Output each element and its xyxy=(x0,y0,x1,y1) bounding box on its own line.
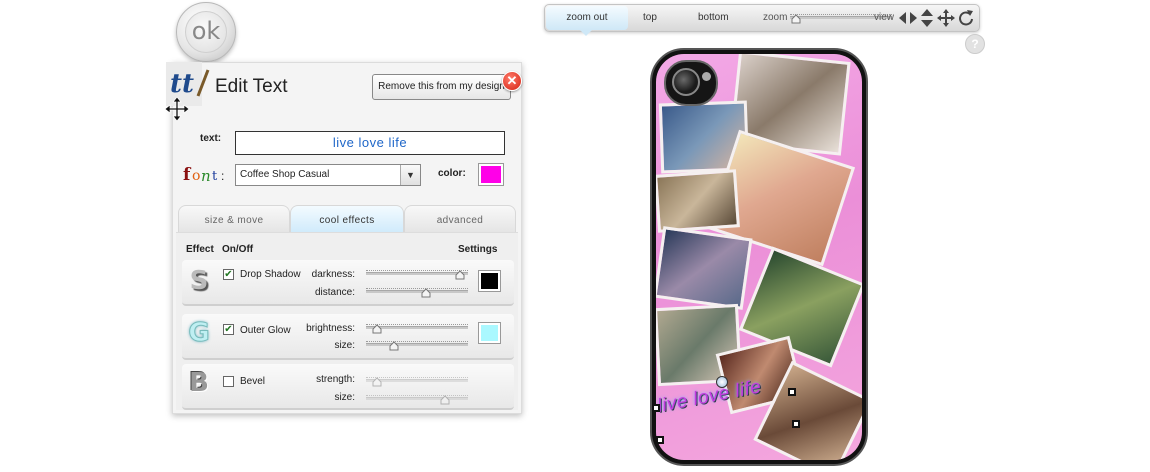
slider-thumb[interactable] xyxy=(372,324,382,334)
svg-text:f: f xyxy=(183,165,192,185)
bevel-size-slider[interactable] xyxy=(366,392,468,405)
tab-advanced[interactable]: advanced xyxy=(404,205,516,233)
bevel-checkbox[interactable] xyxy=(223,376,234,387)
view-label: view xyxy=(874,12,895,23)
arrow-left-icon xyxy=(899,12,906,24)
font-label: : xyxy=(221,169,224,183)
color-label: color: xyxy=(438,168,466,179)
text-input[interactable]: live love life xyxy=(235,131,505,155)
zoom-slider[interactable] xyxy=(790,11,892,25)
glow-size-label: size: xyxy=(334,340,355,351)
resize-handle-bottom-right[interactable] xyxy=(792,420,800,428)
text-label: text: xyxy=(200,133,222,144)
drop-shadow-checkbox[interactable]: ✔ xyxy=(223,269,234,280)
slider-thumb[interactable] xyxy=(421,288,431,298)
rotate-icon[interactable] xyxy=(957,8,975,28)
tab-size-move[interactable]: size & move xyxy=(178,205,290,233)
drop-shadow-letter: S xyxy=(189,266,209,296)
zoom-out-button[interactable]: zoom out xyxy=(546,6,628,30)
slider-thumb[interactable] xyxy=(455,270,465,280)
slider-thumb[interactable] xyxy=(791,14,801,24)
resize-handle-top-left[interactable] xyxy=(652,404,660,412)
text-color-swatch[interactable] xyxy=(478,163,504,186)
darkness-label: darkness: xyxy=(311,269,355,280)
arrow-right-icon xyxy=(910,12,917,24)
svg-text:n: n xyxy=(201,167,211,185)
glow-color-swatch[interactable] xyxy=(478,322,501,344)
arrow-up-down-icon[interactable] xyxy=(920,8,934,28)
svg-text:t: t xyxy=(212,169,218,184)
view-bottom-button[interactable]: bottom xyxy=(698,6,729,30)
slider-thumb[interactable] xyxy=(440,395,450,405)
camera-flash xyxy=(702,72,711,81)
outer-glow-label: Outer Glow xyxy=(240,325,291,336)
slider-thumb[interactable] xyxy=(389,341,399,351)
distance-label: distance: xyxy=(314,287,355,298)
darkness-slider[interactable] xyxy=(366,267,468,280)
onoff-column-header: On/Off xyxy=(222,244,254,255)
ok-button[interactable]: ok xyxy=(176,2,236,62)
slider-thumb[interactable] xyxy=(372,377,382,387)
shadow-color-swatch[interactable] xyxy=(478,270,501,292)
resize-handle-top-right[interactable] xyxy=(788,388,796,396)
move-icon[interactable] xyxy=(164,96,190,122)
zoom-label: zoom xyxy=(763,12,788,23)
strength-label: strength: xyxy=(316,374,355,385)
zoom-out-pointer xyxy=(580,30,592,36)
dropdown-arrow-icon[interactable]: ▼ xyxy=(400,165,420,185)
rotate-handle[interactable] xyxy=(716,376,728,388)
arrow-down-icon xyxy=(921,20,933,27)
effect-column-header: Effect xyxy=(186,244,214,255)
distance-slider[interactable] xyxy=(366,285,468,298)
glow-size-slider[interactable] xyxy=(366,338,468,351)
brightness-slider[interactable] xyxy=(366,321,468,334)
font-logo-icon: f o n t : xyxy=(183,165,224,185)
help-icon[interactable]: ? xyxy=(965,34,985,54)
collage-photo xyxy=(656,226,753,310)
remove-from-design-button[interactable]: Remove this from my design xyxy=(372,74,511,100)
move-cross-icon[interactable] xyxy=(936,8,956,28)
brightness-label: brightness: xyxy=(306,323,355,334)
resize-handle-bottom-left[interactable] xyxy=(656,436,664,444)
bevel-letter: B xyxy=(189,368,209,398)
settings-column-header: Settings xyxy=(458,244,498,255)
outer-glow-letter: G xyxy=(188,318,210,349)
panel-title: Edit Text xyxy=(215,76,288,97)
bevel-size-label: size: xyxy=(334,392,355,403)
view-top-button[interactable]: top xyxy=(643,6,657,30)
arrow-left-right-icon[interactable] xyxy=(898,10,918,26)
font-select[interactable]: Coffee Shop Casual xyxy=(235,164,421,186)
bevel-label: Bevel xyxy=(240,376,266,387)
svg-text:o: o xyxy=(192,168,200,184)
ok-button-label: ok xyxy=(191,17,221,45)
outer-glow-checkbox[interactable]: ✔ xyxy=(223,324,234,335)
close-icon[interactable]: ✕ xyxy=(502,71,522,91)
collage-photo xyxy=(656,169,740,233)
strength-slider[interactable] xyxy=(366,374,468,387)
svg-text:tt: tt xyxy=(170,69,194,99)
arrow-up-icon xyxy=(921,9,933,16)
camera-lens xyxy=(672,68,700,96)
tab-cool-effects[interactable]: cool effects xyxy=(290,205,404,233)
